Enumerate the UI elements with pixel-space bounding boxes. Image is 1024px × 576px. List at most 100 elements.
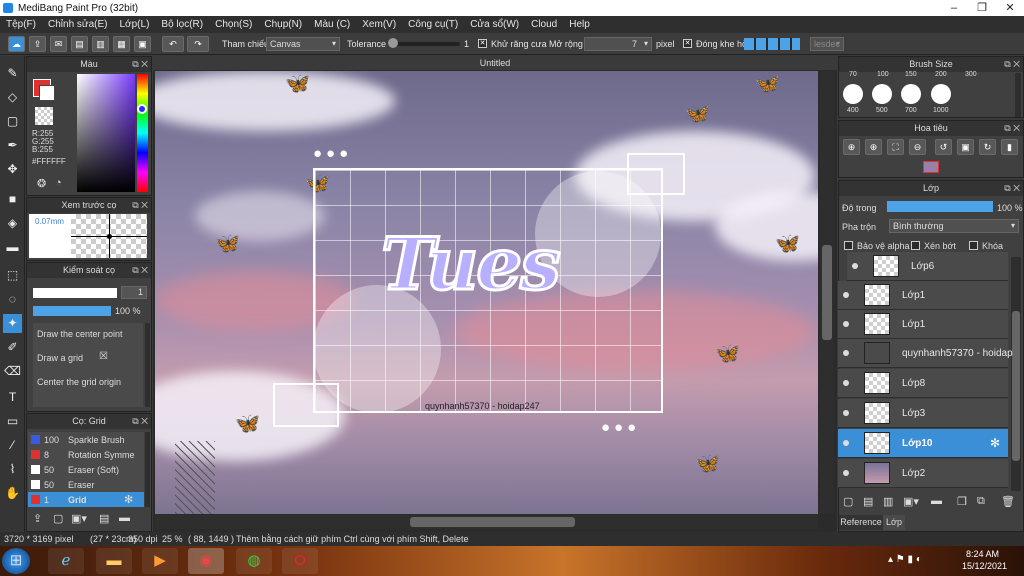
brush-settings-gear-icon[interactable]: ✻ — [124, 493, 133, 506]
gradient-tool-icon[interactable]: ▬ — [3, 238, 22, 257]
rotate-right-icon[interactable]: ↻ — [979, 139, 996, 155]
menu-filter[interactable]: Bộ lọc(R) — [155, 19, 209, 30]
brush-item[interactable]: 100 Sparkle Brush — [28, 432, 144, 447]
menu-tools[interactable]: Công cụ(T) — [402, 19, 464, 30]
eyedropper-tool-icon[interactable]: ⁄ — [3, 436, 22, 455]
start-button-icon[interactable]: ⊞ — [2, 548, 30, 574]
brush-copy-icon[interactable]: ▤ — [99, 512, 109, 525]
chrome-icon[interactable]: ◍ — [236, 548, 272, 574]
layer-visibility-icon[interactable] — [843, 292, 849, 298]
reference-select[interactable]: Canvas — [266, 37, 340, 51]
canvas[interactable]: 🦋 🦋 🦋 🦋 🦋 🦋 🦋 🦋 🦋 ●●● ●●● Tues quynhanh5… — [155, 71, 818, 514]
brush-item-selected[interactable]: 1 Grid ✻ — [28, 492, 144, 507]
brush-list-scrollbar[interactable] — [145, 432, 150, 507]
menu-snap[interactable]: Chụp(N) — [258, 19, 308, 30]
layer-row[interactable]: Lớp1 — [838, 281, 1008, 310]
layer-row-selected[interactable]: Lớp10 ✻ — [838, 429, 1008, 458]
share-icon[interactable]: ⇪ — [29, 36, 46, 52]
delete-layer-icon[interactable]: 🗑 — [1001, 495, 1015, 508]
menu-layer[interactable]: Lớp(L) — [114, 19, 156, 30]
brush-item[interactable]: 50 Eraser — [28, 477, 144, 492]
minimize-button[interactable]: – — [940, 0, 968, 16]
brush-size-circle[interactable] — [901, 84, 921, 104]
protect-alpha-checkbox[interactable] — [844, 241, 853, 250]
brush-size-scrollbar[interactable] — [1015, 73, 1021, 117]
layer-visibility-icon[interactable] — [843, 470, 849, 476]
hue-slider[interactable] — [137, 74, 148, 192]
divide-tool-icon[interactable]: ▭ — [3, 412, 22, 431]
brush-size-bar[interactable] — [33, 288, 117, 298]
hue-marker[interactable] — [137, 104, 147, 114]
move-tool-icon[interactable]: ✥ — [3, 160, 22, 179]
brush-tool-icon[interactable]: ✎ — [3, 64, 22, 83]
tab-layer[interactable]: Lớp — [883, 515, 905, 530]
layer-row[interactable]: Lớp2 — [838, 459, 1008, 488]
brush-folder-icon[interactable]: ▬ — [119, 512, 130, 524]
lock-checkbox[interactable] — [969, 241, 978, 250]
layout-icon[interactable]: ▣ — [134, 36, 151, 52]
palette-icon[interactable]: ❂ — [37, 177, 46, 190]
brush-size-circle[interactable] — [931, 84, 951, 104]
brush-item[interactable]: 8 Rotation Symme — [28, 447, 144, 462]
layer-visibility-icon[interactable] — [843, 380, 849, 386]
zoom-in-alt-icon[interactable]: ⊕ — [865, 139, 882, 155]
close-gap-level[interactable] — [744, 38, 800, 50]
brush-new-icon[interactable]: ▢ — [53, 512, 63, 525]
file-explorer-icon[interactable]: ▬ — [96, 548, 132, 574]
transparent-swatch[interactable] — [35, 107, 53, 125]
brush-size-circle[interactable] — [843, 84, 863, 104]
merge-layer-icon[interactable]: ⧉ — [977, 495, 985, 508]
brush-upload-icon[interactable]: ⇪ — [33, 512, 42, 525]
dropper-tool-icon[interactable]: ⌇ — [3, 460, 22, 479]
fill-tool-icon[interactable]: ■ — [3, 190, 22, 209]
page-icon[interactable]: ▤ — [71, 36, 88, 52]
tolerance-slider-knob[interactable] — [388, 38, 398, 48]
antialias-checkbox[interactable]: ✕ — [478, 39, 487, 48]
document-tab[interactable]: Untitled — [153, 56, 837, 70]
zoom-out-icon[interactable]: ⊖ — [909, 139, 926, 155]
layer-visibility-icon[interactable] — [843, 321, 849, 327]
add-layer-dropdown-icon[interactable]: ▣▾ — [903, 495, 919, 508]
select-pen-tool-icon[interactable]: ✐ — [3, 338, 22, 357]
draw-grid-checkbox[interactable]: ☒ — [99, 351, 108, 362]
menu-color[interactable]: Màu (C) — [308, 19, 356, 30]
option-center-grid-origin[interactable]: Center the grid origin — [37, 377, 121, 387]
hand-tool-icon[interactable]: ✋ — [3, 484, 22, 503]
cloud-sync-icon[interactable]: ☁ — [8, 36, 25, 52]
rotate-left-icon[interactable]: ↺ — [935, 139, 952, 155]
redo-icon[interactable]: ↷ — [187, 36, 209, 52]
magic-wand-tool-icon[interactable]: ✦ — [3, 314, 22, 333]
layer-row[interactable]: Lớp1 — [838, 310, 1008, 339]
rectangle-tool-icon[interactable]: ▢ — [3, 112, 22, 131]
select-eraser-tool-icon[interactable]: ⌫ — [3, 362, 22, 381]
menu-file[interactable]: Tệp(F) — [0, 19, 42, 30]
layer-row[interactable]: quynhanh57370 - hoidap — [838, 339, 1013, 368]
menu-view[interactable]: Xem(V) — [356, 19, 402, 30]
layer-visibility-icon[interactable] — [843, 350, 849, 356]
panel-close-icon[interactable]: ⧉ ✕ — [1004, 57, 1020, 72]
option-draw-center-point[interactable]: Draw the center point — [37, 329, 123, 339]
undo-icon[interactable]: ↶ — [162, 36, 184, 52]
close-button[interactable]: ✕ — [996, 0, 1024, 16]
clipping-checkbox[interactable] — [911, 241, 920, 250]
menu-select[interactable]: Chọn(S) — [209, 19, 258, 30]
panel-close-icon[interactable]: ⧉ ✕ — [1004, 181, 1020, 196]
extra-field[interactable]: lesdec — [810, 37, 844, 51]
menu-edit[interactable]: Chỉnh sửa(E) — [42, 19, 114, 30]
blend-mode-select[interactable]: Bình thường — [889, 219, 1019, 233]
tray-date[interactable]: 15/12/2021 — [962, 561, 1007, 571]
zoom-in-icon[interactable]: ⊕ — [843, 139, 860, 155]
layer-visibility-icon[interactable] — [843, 410, 849, 416]
text-tool-icon[interactable]: T — [3, 388, 22, 407]
maximize-button[interactable]: ❐ — [968, 0, 996, 16]
medibang-taskbar-icon[interactable]: ◉ — [188, 548, 224, 574]
layer-row[interactable]: Lớp6 — [847, 252, 1008, 281]
flip-icon[interactable]: ▮ — [1001, 139, 1018, 155]
saturation-value-picker[interactable] — [77, 74, 135, 192]
new-layer-icon[interactable]: ▢ — [843, 495, 853, 508]
grid-icon[interactable]: ▦ — [113, 36, 130, 52]
panel-close-icon[interactable]: ⧉ ✕ — [132, 414, 148, 429]
duplicate-layer-icon[interactable]: ❐ — [957, 495, 967, 508]
layer-folder-icon[interactable]: ▬ — [931, 495, 942, 507]
menu-help[interactable]: Help — [563, 19, 596, 30]
